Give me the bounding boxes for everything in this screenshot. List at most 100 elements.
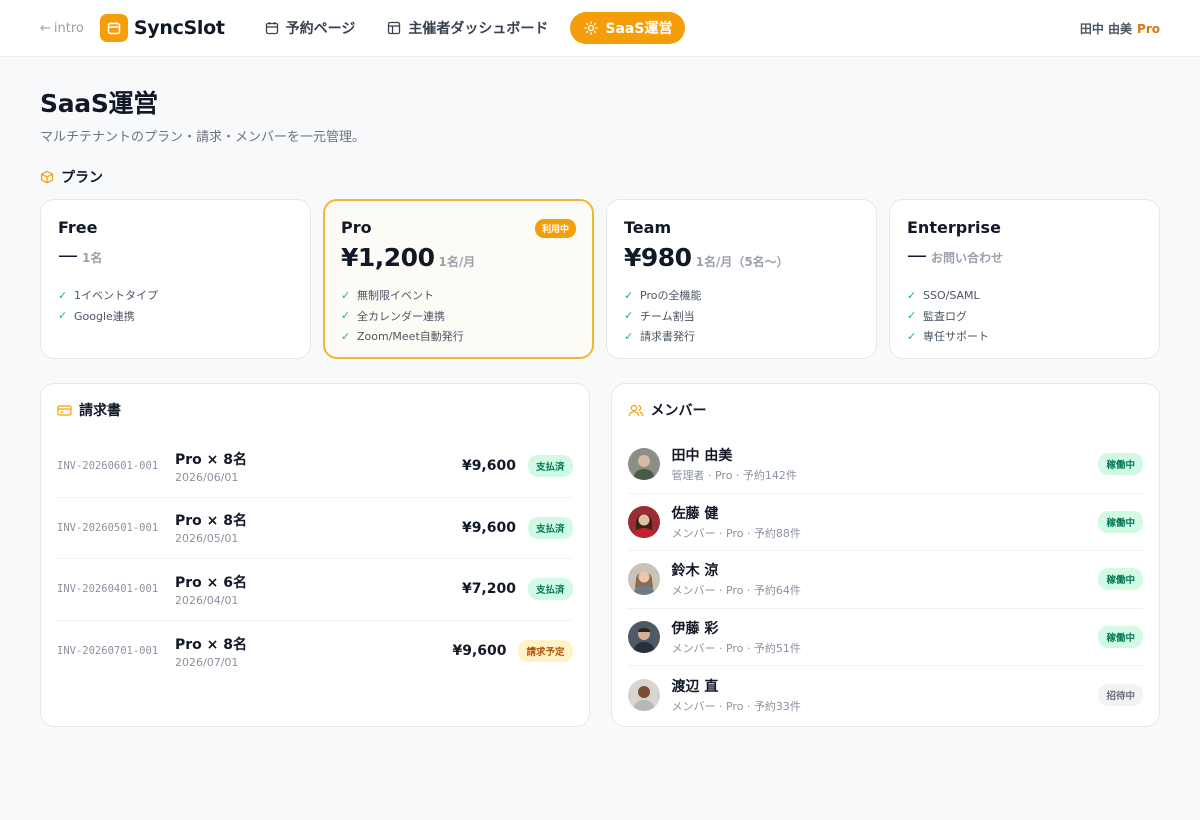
check-icon: ✓ — [58, 309, 68, 323]
app-name: SyncSlot — [133, 17, 225, 39]
app-logo[interactable]: SyncSlot — [99, 14, 225, 42]
invoice-row[interactable]: INV-20260701-001 Pro × 8名 2026/07/01 ¥9,… — [57, 621, 573, 683]
nav-booking-page-label: 予約ページ — [285, 21, 356, 37]
invoice-plan: Pro × 8名 — [175, 636, 248, 653]
back-link-label: intro — [53, 20, 84, 36]
members-title-label: メンバー — [650, 403, 707, 419]
invoice-details: Pro × 8名 2026/07/01 — [175, 634, 452, 669]
plan-unit: お問い合わせ — [931, 251, 1004, 265]
current-plan-badge: 利用中 — [534, 219, 576, 238]
plan-feature-label: 請求書発行 — [640, 330, 695, 344]
bottom-panels: 請求書 INV-20260601-001 Pro × 8名 2026/06/01… — [40, 383, 1160, 727]
plan-feature: ✓ Google連携 — [58, 306, 294, 327]
dashboard-icon — [388, 21, 401, 35]
invoice-details: Pro × 6名 2026/04/01 — [175, 572, 462, 607]
plan-feature-label: 専任サポート — [923, 330, 989, 344]
member-status-badge: 稼働中 — [1098, 568, 1143, 591]
plan-card-free[interactable]: Free — 1名 ✓ 1イベントタイプ ✓ Google連携 — [40, 199, 311, 359]
nav-booking-page[interactable]: 予約ページ — [255, 12, 366, 44]
check-icon: ✓ — [58, 288, 68, 302]
invoice-status-badge: 支払済 — [527, 516, 573, 539]
member-row[interactable]: 伊藤 彩 メンバー · Pro · 予約51件 稼働中 — [627, 609, 1143, 666]
member-row[interactable]: 佐藤 健 メンバー · Pro · 予約88件 稼働中 — [627, 494, 1143, 551]
plan-price: ¥980 — [624, 243, 692, 272]
plan-feature-label: 無制限イベント — [357, 289, 434, 303]
plan-features: ✓ Proの全機能 ✓ チーム割当 ✓ 請求書発行 — [624, 285, 860, 347]
invoice-row[interactable]: INV-20260601-001 Pro × 8名 2026/06/01 ¥9,… — [57, 436, 573, 498]
member-name: 佐藤 健 — [671, 505, 719, 522]
member-meta: メンバー · Pro · 予約51件 — [671, 641, 801, 655]
page-title: SaaS運営 — [40, 89, 158, 118]
nav-host-dashboard-label: 主催者ダッシュボード — [408, 21, 549, 37]
member-row[interactable]: 田中 由美 管理者 · Pro · 予約142件 稼働中 — [627, 436, 1143, 494]
nav-host-dashboard[interactable]: 主催者ダッシュボード — [377, 12, 558, 44]
plan-unit: 1名/月（5名〜） — [695, 255, 789, 269]
member-row[interactable]: 渡辺 直 メンバー · Pro · 予約33件 招待中 — [627, 666, 1143, 724]
check-icon: ✓ — [907, 309, 917, 323]
credit-card-icon — [57, 404, 72, 416]
avatar — [627, 620, 660, 653]
member-list: 田中 由美 管理者 · Pro · 予約142件 稼働中 佐藤 健 メンバー ·… — [627, 436, 1143, 724]
plan-feature: ✓ SSO/SAML — [907, 285, 1143, 306]
sun-icon — [584, 21, 599, 35]
member-meta: メンバー · Pro · 予約88件 — [671, 526, 801, 540]
arrow-left-icon: ← — [40, 20, 51, 36]
plan-price: — — [907, 243, 927, 267]
plan-card-team[interactable]: Team ¥980 1名/月（5名〜） ✓ Proの全機能 ✓ チーム割当 ✓ 請求書… — [606, 199, 877, 359]
calendar-logo-icon — [99, 14, 128, 42]
plan-unit: 1名/月 — [438, 255, 476, 269]
plan-feature-label: 監査ログ — [923, 309, 967, 323]
invoice-id: INV-20260701-001 — [57, 645, 159, 658]
plan-feature: ✓ 請求書発行 — [624, 326, 860, 347]
invoice-row[interactable]: INV-20260401-001 Pro × 6名 2026/04/01 ¥7,… — [57, 559, 573, 621]
invoice-date: 2026/05/01 — [175, 532, 239, 546]
avatar — [627, 448, 660, 481]
check-icon: ✓ — [341, 329, 351, 343]
invoice-date: 2026/07/01 — [175, 655, 239, 669]
nav-saas-ops[interactable]: SaaS運営 — [570, 12, 686, 44]
avatar — [627, 678, 660, 711]
plans-section-title: プラン — [40, 167, 1160, 187]
member-meta: 管理者 · Pro · 予約142件 — [671, 469, 797, 483]
member-name: 渡辺 直 — [671, 678, 719, 695]
member-status-badge: 招待中 — [1098, 683, 1143, 706]
invoice-amount: ¥9,600 — [461, 519, 516, 536]
top-nav-bar: ← intro SyncSlot 予約ページ 主催者ダッシュボード SaaS運営… — [0, 0, 1200, 57]
user-menu[interactable]: 田中 由美 Pro — [1080, 0, 1160, 57]
invoices-panel: 請求書 INV-20260601-001 Pro × 8名 2026/06/01… — [40, 383, 590, 727]
plan-feature-label: Google連携 — [74, 309, 135, 323]
invoice-row[interactable]: INV-20260501-001 Pro × 8名 2026/05/01 ¥9,… — [57, 498, 573, 559]
nav-saas-ops-label: SaaS運営 — [605, 21, 673, 37]
member-info: 佐藤 健 メンバー · Pro · 予約88件 — [672, 503, 1099, 541]
member-status-badge: 稼働中 — [1098, 625, 1143, 648]
check-icon: ✓ — [341, 288, 351, 302]
plan-feature: ✓ Zoom/Meet自動発行 — [341, 326, 577, 347]
invoice-id: INV-20260601-001 — [57, 460, 159, 473]
check-icon: ✓ — [624, 309, 634, 323]
box-icon — [40, 170, 54, 184]
member-row[interactable]: 鈴木 涼 メンバー · Pro · 予約64件 稼働中 — [627, 551, 1143, 609]
plan-price: ¥1,200 — [341, 243, 435, 272]
plan-price-row: — お問い合わせ — [907, 243, 1143, 275]
members-panel-title: メンバー — [628, 384, 1144, 436]
invoice-plan: Pro × 8名 — [175, 513, 248, 530]
invoice-date: 2026/04/01 — [175, 593, 239, 607]
member-info: 鈴木 涼 メンバー · Pro · 予約64件 — [672, 560, 1099, 598]
plan-feature-label: 全カレンダー連携 — [357, 309, 445, 323]
invoices-title-label: 請求書 — [79, 403, 121, 419]
member-info: 渡辺 直 メンバー · Pro · 予約33件 — [672, 676, 1099, 714]
invoice-id: INV-20260501-001 — [57, 521, 159, 534]
plan-card-enterprise[interactable]: Enterprise — お問い合わせ ✓ SSO/SAML ✓ 監査ログ ✓ 専任サ… — [889, 199, 1160, 359]
plan-feature: ✓ 1イベントタイプ — [58, 285, 294, 306]
plan-card-pro[interactable]: Pro 利用中 ¥1,200 1名/月 ✓ 無制限イベント ✓ 全カレンダー連携 ✓… — [323, 199, 594, 359]
invoice-plan: Pro × 8名 — [175, 451, 248, 468]
plan-feature: ✓ 監査ログ — [907, 306, 1143, 327]
plan-unit: 1名 — [82, 251, 103, 265]
member-status-badge: 稼働中 — [1098, 510, 1143, 533]
avatar — [627, 563, 660, 596]
plan-feature: ✓ Proの全機能 — [624, 285, 860, 306]
back-link[interactable]: ← intro — [40, 21, 84, 36]
plan-feature: ✓ チーム割当 — [624, 306, 860, 327]
invoice-amount: ¥7,200 — [461, 581, 516, 598]
avatar — [627, 505, 660, 538]
